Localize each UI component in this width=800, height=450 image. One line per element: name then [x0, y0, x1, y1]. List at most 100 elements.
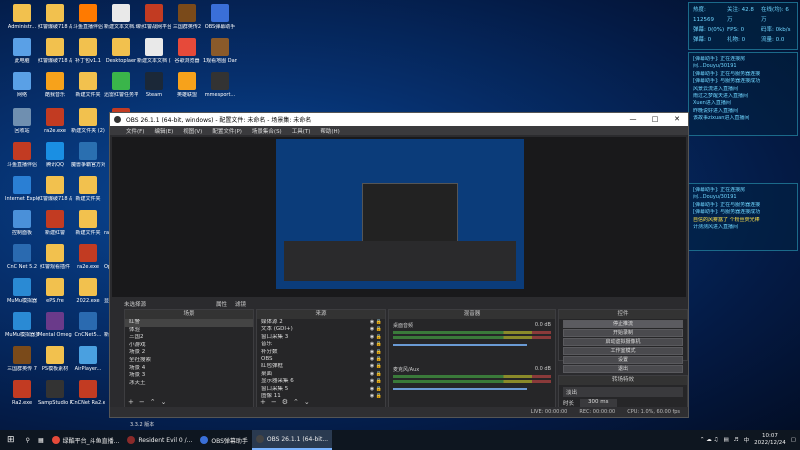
properties-button[interactable]: 属性: [216, 300, 227, 308]
desktop-icon[interactable]: 新建文件夹: [71, 210, 105, 236]
taskbar-app[interactable]: 绿酷平台_斗鱼直播...: [48, 430, 124, 450]
tray-icons[interactable]: ⌃ ☁ ♫: [700, 437, 719, 443]
desktop-icon[interactable]: 谷歌浏览器: [170, 38, 204, 64]
source-item[interactable]: 窗口采集 3 ◉ 🔒: [257, 334, 385, 341]
menu-item[interactable]: 场景集合(S): [252, 127, 282, 135]
desktop-icon[interactable]: 新建文件夹: [71, 72, 105, 98]
source-item[interactable]: OBS ◉ 🔒: [257, 356, 385, 363]
source-item[interactable]: 桌面 ◉ 🔒: [257, 371, 385, 378]
scene-item[interactable]: 场景 3: [125, 372, 253, 380]
visibility-lock-icons[interactable]: ◉ 🔒: [370, 356, 385, 363]
taskbar-app[interactable]: Resident Evil 0 /...: [123, 430, 196, 450]
desktop-icon[interactable]: MuMu模拟器: [5, 278, 39, 304]
source-item[interactable]: 显示器采集 6 ◉ 🔒: [257, 378, 385, 385]
visibility-lock-icons[interactable]: ◉ 🔒: [370, 341, 385, 348]
desktop-icon[interactable]: MuMu模拟器多开器: [5, 312, 39, 338]
control-button[interactable]: 工作室模式: [563, 347, 683, 355]
desktop-icon[interactable]: 斗鱼直播伴侣: [5, 142, 39, 168]
move-up-icon[interactable]: ⌃: [150, 398, 156, 406]
desktop-icon[interactable]: 2022.exe: [71, 278, 105, 304]
visibility-lock-icons[interactable]: ◉ 🔒: [370, 393, 385, 400]
source-item[interactable]: 红包弹框 ◉ 🔒: [257, 363, 385, 370]
desktop-icon[interactable]: 酷我音乐: [38, 72, 72, 98]
control-button[interactable]: 启动虚拟摄像机: [563, 338, 683, 346]
volume-slider[interactable]: [393, 344, 528, 346]
desktop-icon[interactable]: 控制面板: [5, 210, 39, 236]
desktop-icon[interactable]: 迅雷红警任务平台: [104, 72, 138, 98]
duration-input[interactable]: 300 ms: [580, 399, 617, 407]
task-view-icon[interactable]: ▦: [34, 430, 48, 450]
desktop-icon[interactable]: PS模板素材: [38, 346, 72, 372]
scene-item[interactable]: 小游戏: [125, 342, 253, 350]
desktop-icon[interactable]: 新建文件夹: [71, 176, 105, 202]
desktop-icon[interactable]: 三国群英传 7: [5, 346, 39, 372]
taskbar-app[interactable]: OBS弹幕助手: [196, 430, 252, 450]
scene-item[interactable]: 体验: [125, 327, 253, 335]
move-up-icon[interactable]: ⌃: [293, 398, 299, 406]
scene-item[interactable]: 红警: [125, 319, 253, 327]
menu-item[interactable]: 编辑(E): [154, 127, 173, 135]
desktop-icon[interactable]: mmesport...: [203, 72, 237, 98]
remove-scene-icon[interactable]: −: [139, 398, 145, 406]
menu-item[interactable]: 配置文件(P): [212, 127, 242, 135]
desktop-icon[interactable]: Administr...: [5, 4, 39, 30]
desktop-icon[interactable]: ra2e.exe: [71, 244, 105, 270]
desktop-icon[interactable]: 腾讯QQ: [38, 142, 72, 168]
visibility-lock-icons[interactable]: ◉ 🔒: [370, 386, 385, 393]
desktop-icon[interactable]: 斗鱼直播伴侣: [71, 4, 105, 30]
maximize-button[interactable]: □: [644, 113, 666, 126]
desktop-icon[interactable]: 新建红警: [38, 210, 72, 236]
add-source-icon[interactable]: +: [260, 398, 266, 406]
obs-preview[interactable]: [112, 137, 686, 297]
volume-slider[interactable]: [393, 388, 528, 390]
visibility-lock-icons[interactable]: ◉ 🔒: [370, 319, 385, 326]
desktop-icon[interactable]: OBS弹幕助手: [203, 4, 237, 30]
desktop-icon[interactable]: 红警爆破718 战队-直播...: [38, 176, 72, 202]
source-item[interactable]: 音乐 ◉ 🔒: [257, 341, 385, 348]
move-down-icon[interactable]: ⌄: [161, 398, 167, 406]
notification-icon[interactable]: ▢: [791, 437, 796, 443]
minimize-button[interactable]: —: [622, 113, 644, 126]
desktop-icon[interactable]: SampStudio Pro X Dev...: [38, 380, 72, 406]
desktop-icon[interactable]: 三国群英传2: [170, 4, 204, 30]
desktop-icon[interactable]: AirPlayer...: [71, 346, 105, 372]
filters-button[interactable]: 滤镜: [235, 300, 246, 308]
taskbar-app[interactable]: OBS 26.1.1 (64-bit...: [251, 430, 333, 450]
control-button[interactable]: 停止推流: [563, 320, 683, 328]
close-button[interactable]: ✕: [666, 113, 688, 126]
desktop-icon[interactable]: Steam: [137, 72, 171, 98]
source-item[interactable]: 文本 (GDI+) ◉ 🔒: [257, 326, 385, 333]
desktop-icon[interactable]: 新红警战网平台: [137, 4, 171, 30]
scene-item[interactable]: 场景 2: [125, 349, 253, 357]
menu-item[interactable]: 工具(T): [292, 127, 311, 135]
control-button[interactable]: 退出: [563, 365, 683, 373]
obs-title-bar[interactable]: OBS 26.1.1 (64-bit, windows) - 配置文件: 未命名…: [110, 113, 688, 126]
desktop-icon[interactable]: CnCNet Ra2.exe: [71, 380, 105, 406]
visibility-lock-icons[interactable]: ◉ 🔒: [370, 334, 385, 341]
desktop-icon[interactable]: CnCNet5...: [71, 312, 105, 338]
desktop-icon[interactable]: CnC Net 5.2: [5, 244, 39, 270]
desktop-icon[interactable]: 红警爆破718 战队-直播...: [38, 38, 72, 64]
volume-icon[interactable]: ♬: [734, 437, 739, 443]
source-settings-icon[interactable]: ⚙: [282, 398, 288, 406]
desktop-icon[interactable]: 回收站: [5, 108, 39, 134]
visibility-lock-icons[interactable]: ◉ 🔒: [370, 378, 385, 385]
desktop-icon[interactable]: 新建文件夹 (2): [71, 108, 105, 134]
clock[interactable]: 10:07 2022/12/24: [754, 433, 786, 447]
desktop-icon[interactable]: 1观看地图 Dan...: [203, 38, 237, 64]
visibility-lock-icons[interactable]: ◉ 🔒: [370, 363, 385, 370]
desktop-icon[interactable]: 红警爆破718 战队-直播...: [38, 4, 72, 30]
scene-item[interactable]: 三国2: [125, 334, 253, 342]
source-item[interactable]: 窗口采集 5 ◉ 🔒: [257, 386, 385, 393]
desktop-icon[interactable]: Desktoplaer: [104, 38, 138, 64]
desktop-icon[interactable]: 新建文本文档.txt: [104, 4, 138, 30]
visibility-lock-icons[interactable]: ◉ 🔒: [370, 326, 385, 333]
desktop-icon[interactable]: 网络: [5, 72, 39, 98]
scene-item[interactable]: 全社搜索: [125, 357, 253, 365]
desktop-icon[interactable]: ePS.fre: [38, 278, 72, 304]
move-down-icon[interactable]: ⌄: [304, 398, 310, 406]
desktop-icon[interactable]: 补丁包v1.1: [71, 38, 105, 64]
source-item[interactable]: 媒体源 2 ◉ 🔒: [257, 319, 385, 326]
scene-item[interactable]: 场景 4: [125, 365, 253, 373]
start-button[interactable]: ⊞: [0, 430, 22, 450]
